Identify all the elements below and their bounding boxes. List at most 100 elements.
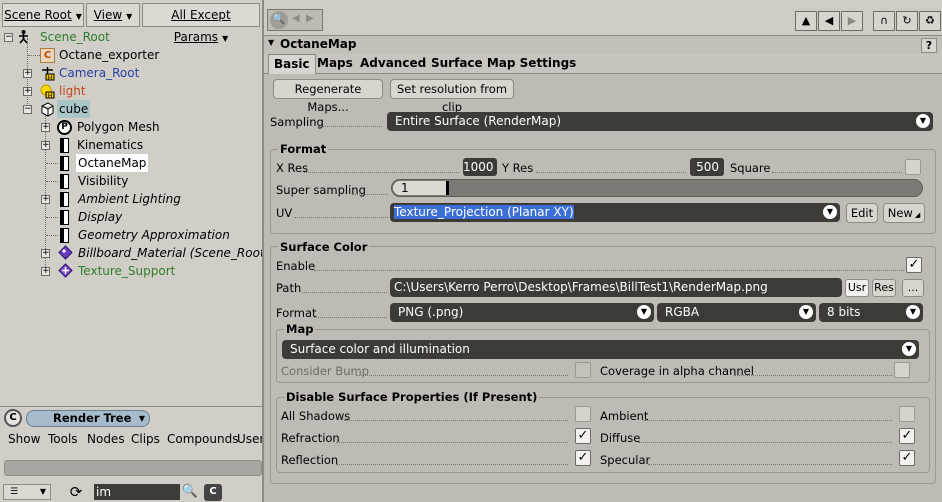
render-tree-title-button[interactable]: Render Tree ▼: [26, 410, 150, 427]
dotted-leader: [536, 172, 686, 173]
coverage-checkbox[interactable]: [894, 362, 910, 378]
menu-nodes[interactable]: Nodes: [87, 432, 125, 446]
tree-item-camera-root[interactable]: Camera_Root: [59, 64, 139, 82]
ambient-checkbox[interactable]: [899, 406, 915, 422]
expand-toggle[interactable]: +: [41, 249, 50, 258]
back-icon[interactable]: ◀: [818, 11, 840, 31]
tree-item-display[interactable]: Display: [78, 208, 122, 226]
tree-item-cube[interactable]: cube: [57, 100, 91, 118]
property-icon: [60, 138, 69, 153]
map-dropdown[interactable]: Surface color and illumination ▼: [282, 340, 919, 359]
coverage-label: Coverage in alpha channel: [600, 364, 754, 378]
tree-item-kinematics[interactable]: Kinematics: [77, 136, 143, 154]
filter-button[interactable]: All Except Params ▼: [142, 3, 260, 44]
surface-color-group-title: Surface Color: [278, 240, 370, 254]
tab-advanced[interactable]: Advanced: [355, 54, 431, 74]
expand-toggle[interactable]: +: [41, 195, 50, 204]
reflection-checkbox[interactable]: ✓: [575, 450, 591, 466]
ppg-tabs: Basic Maps Advanced Surface Map Settings: [264, 54, 942, 74]
dotted-leader: [638, 442, 892, 443]
recycle-icon[interactable]: ♻: [919, 11, 941, 31]
menu-tools[interactable]: Tools: [48, 432, 78, 446]
magnet-icon[interactable]: ∩: [873, 11, 895, 31]
render-tree-bottom-bar: ☰ ▼ ⟳ im 🔍 C: [0, 482, 262, 502]
expand-toggle[interactable]: +: [41, 267, 50, 276]
view-menu-button[interactable]: View ▼: [86, 3, 140, 27]
all-shadows-checkbox[interactable]: [575, 406, 591, 422]
render-tree-toolbar: C Render Tree ▼: [0, 406, 262, 430]
property-icon: [60, 156, 69, 171]
supersampling-value[interactable]: 1: [393, 181, 449, 195]
forward-arrow-icon[interactable]: ▶: [306, 13, 314, 24]
menu-user[interactable]: User: [237, 432, 264, 446]
tab-maps[interactable]: Maps: [312, 54, 358, 74]
expand-toggle[interactable]: +: [41, 141, 50, 150]
tree-item-ambient-lighting[interactable]: Ambient Lighting: [78, 190, 181, 208]
render-tree-scrollbar[interactable]: [4, 460, 262, 476]
collapse-toggle[interactable]: −: [4, 33, 13, 42]
supersampling-slider[interactable]: 1: [391, 179, 923, 197]
tree-item-geometry-approximation[interactable]: Geometry Approximation: [78, 226, 230, 244]
enable-checkbox[interactable]: ✓: [906, 257, 922, 273]
menu-show[interactable]: Show: [8, 432, 40, 446]
consider-bump-checkbox[interactable]: [575, 362, 591, 378]
square-checkbox[interactable]: [905, 159, 921, 175]
tree-item-scene-root[interactable]: Scene_Root: [40, 28, 110, 46]
clear-search-icon[interactable]: C: [204, 484, 222, 501]
search-input[interactable]: im: [94, 484, 180, 500]
tree-item-polygon-mesh[interactable]: Polygon Mesh: [77, 118, 160, 136]
list-view-dropdown[interactable]: ☰ ▼: [3, 484, 51, 500]
res-button[interactable]: Res: [872, 279, 896, 297]
map-group-title: Map: [284, 322, 316, 336]
collapse-icon[interactable]: ▼: [268, 38, 274, 47]
menu-clips[interactable]: Clips: [131, 432, 160, 446]
collapse-toggle[interactable]: −: [23, 105, 32, 114]
browse-button[interactable]: ...: [902, 279, 924, 297]
regenerate-maps-button[interactable]: Regenerate Maps...: [273, 79, 383, 114]
dotted-leader: [294, 217, 388, 218]
back-arrow-icon[interactable]: ◀: [292, 13, 300, 24]
help-button[interactable]: ?: [921, 38, 937, 53]
sampling-dropdown[interactable]: Entire Surface (RenderMap) ▼: [387, 112, 933, 131]
load-preset-icon[interactable]: ▲: [795, 11, 817, 31]
lock-icon[interactable]: 🔍: [270, 11, 288, 29]
expand-toggle[interactable]: +: [23, 87, 32, 96]
menu-compounds[interactable]: Compounds: [167, 432, 238, 446]
tree-item-billboard-material[interactable]: Billboard_Material (Scene_Root): [78, 244, 262, 262]
expand-toggle[interactable]: +: [23, 69, 32, 78]
set-resolution-button[interactable]: Set resolution from clip: [390, 79, 514, 114]
tree-item-visibility[interactable]: Visibility: [78, 172, 128, 190]
tab-basic[interactable]: Basic: [268, 54, 316, 74]
tree-item-light[interactable]: light: [59, 82, 86, 100]
xres-field[interactable]: 1000: [463, 158, 497, 176]
refresh-ppg-icon[interactable]: ↻: [896, 11, 918, 31]
specular-label: Specular: [600, 453, 651, 467]
forward-icon[interactable]: ▶: [841, 11, 863, 31]
tree-item-texture-support[interactable]: Texture_Support: [78, 262, 175, 280]
bits-dropdown[interactable]: 8 bits ▼: [819, 303, 923, 322]
dotted-leader: [318, 126, 382, 127]
yres-field[interactable]: 500: [690, 158, 724, 176]
path-field[interactable]: C:\Users\Kerro Perro\Desktop\Frames\Bill…: [390, 278, 842, 297]
specular-checkbox[interactable]: ✓: [899, 450, 915, 466]
usr-button[interactable]: Usr: [845, 279, 869, 297]
tree-connector: [46, 181, 58, 182]
refresh-icon[interactable]: ⟳: [66, 483, 86, 501]
tree-item-octanemap[interactable]: OctaneMap: [76, 154, 149, 172]
diffuse-checkbox[interactable]: ✓: [899, 428, 915, 444]
refraction-checkbox[interactable]: ✓: [575, 428, 591, 444]
render-tree-logo-icon: C: [4, 409, 22, 427]
uv-new-button[interactable]: New ◢: [883, 203, 925, 223]
all-shadows-label: All Shadows: [281, 409, 351, 423]
uv-edit-button[interactable]: Edit: [846, 203, 878, 223]
channels-dropdown[interactable]: RGBA ▼: [657, 303, 816, 322]
scope-button[interactable]: Scene Root ▼: [2, 3, 84, 27]
tree-item-octane-exporter[interactable]: Octane_exporter: [59, 46, 159, 64]
expand-toggle[interactable]: +: [41, 123, 50, 132]
format-dropdown[interactable]: PNG (.png) ▼: [390, 303, 654, 322]
uv-dropdown[interactable]: Texture_Projection (Planar XY) ▼: [390, 203, 840, 222]
svg-text:H: H: [48, 75, 53, 82]
tab-surface-map-settings[interactable]: Surface Map Settings: [426, 54, 581, 74]
tree-connector: [46, 217, 58, 218]
search-icon[interactable]: 🔍: [181, 483, 199, 501]
